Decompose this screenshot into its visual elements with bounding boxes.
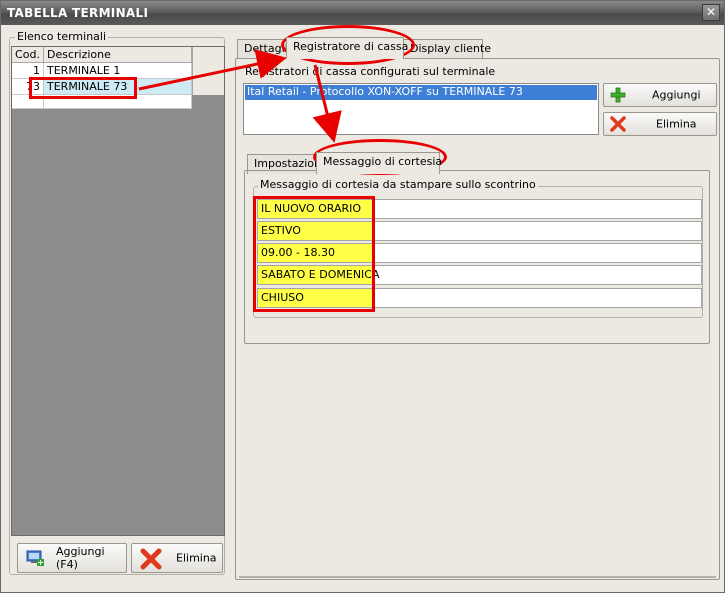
terminals-group-label: Elenco terminali [15, 30, 109, 43]
add-terminal-button[interactable]: Aggiungi (F4) [17, 543, 127, 573]
title-bar: TABELLA TERMINALI ✕ [1, 1, 724, 25]
list-item[interactable]: Ital Retail - Protocollo XON-XOFF su TER… [245, 85, 597, 100]
grid-filler [192, 47, 224, 95]
register-list-label: Registratori di cassa configurati sul te… [245, 65, 496, 78]
add-register-button[interactable]: Aggiungi [603, 83, 717, 107]
tab-registratore[interactable]: Registratore di cassa [286, 37, 408, 59]
annotation-box-messages [253, 196, 375, 312]
add-register-label: Aggiungi [652, 88, 701, 102]
divider [239, 576, 716, 578]
grid-header: Cod. Descrizione [12, 47, 192, 63]
monitor-add-icon [26, 550, 44, 569]
terminals-grid[interactable]: Cod. Descrizione 1 TERMINALE 1 73 TERMIN… [11, 46, 225, 536]
x-icon [610, 116, 626, 135]
delete-terminal-button[interactable]: Elimina [131, 543, 223, 573]
subtab-messaggio-cortesia[interactable]: Messaggio di cortesia [316, 152, 442, 174]
window-title: TABELLA TERMINALI [7, 6, 149, 20]
plus-icon [610, 87, 626, 106]
courtesy-group-label: Messaggio di cortesia da stampare sullo … [258, 178, 538, 191]
window: TABELLA TERMINALI ✕ Elenco terminali Cod… [0, 0, 725, 593]
add-terminal-label: Aggiungi (F4) [56, 545, 105, 571]
x-icon [140, 548, 162, 573]
annotation-box-terminal [29, 77, 137, 99]
tab-dettagli[interactable]: Dettagli [237, 39, 288, 59]
register-listbox[interactable]: Ital Retail - Protocollo XON-XOFF su TER… [243, 83, 599, 135]
delete-register-button[interactable]: Elimina [603, 112, 717, 136]
delete-terminal-label: Elimina [176, 551, 217, 565]
close-button[interactable]: ✕ [702, 4, 720, 21]
client-area: Elenco terminali Cod. Descrizione 1 TERM… [3, 25, 722, 592]
tab-display-cliente[interactable]: Display cliente [403, 39, 491, 59]
column-header-cod[interactable]: Cod. [12, 47, 44, 63]
delete-register-label: Elimina [656, 117, 697, 131]
column-header-desc[interactable]: Descrizione [44, 47, 192, 63]
